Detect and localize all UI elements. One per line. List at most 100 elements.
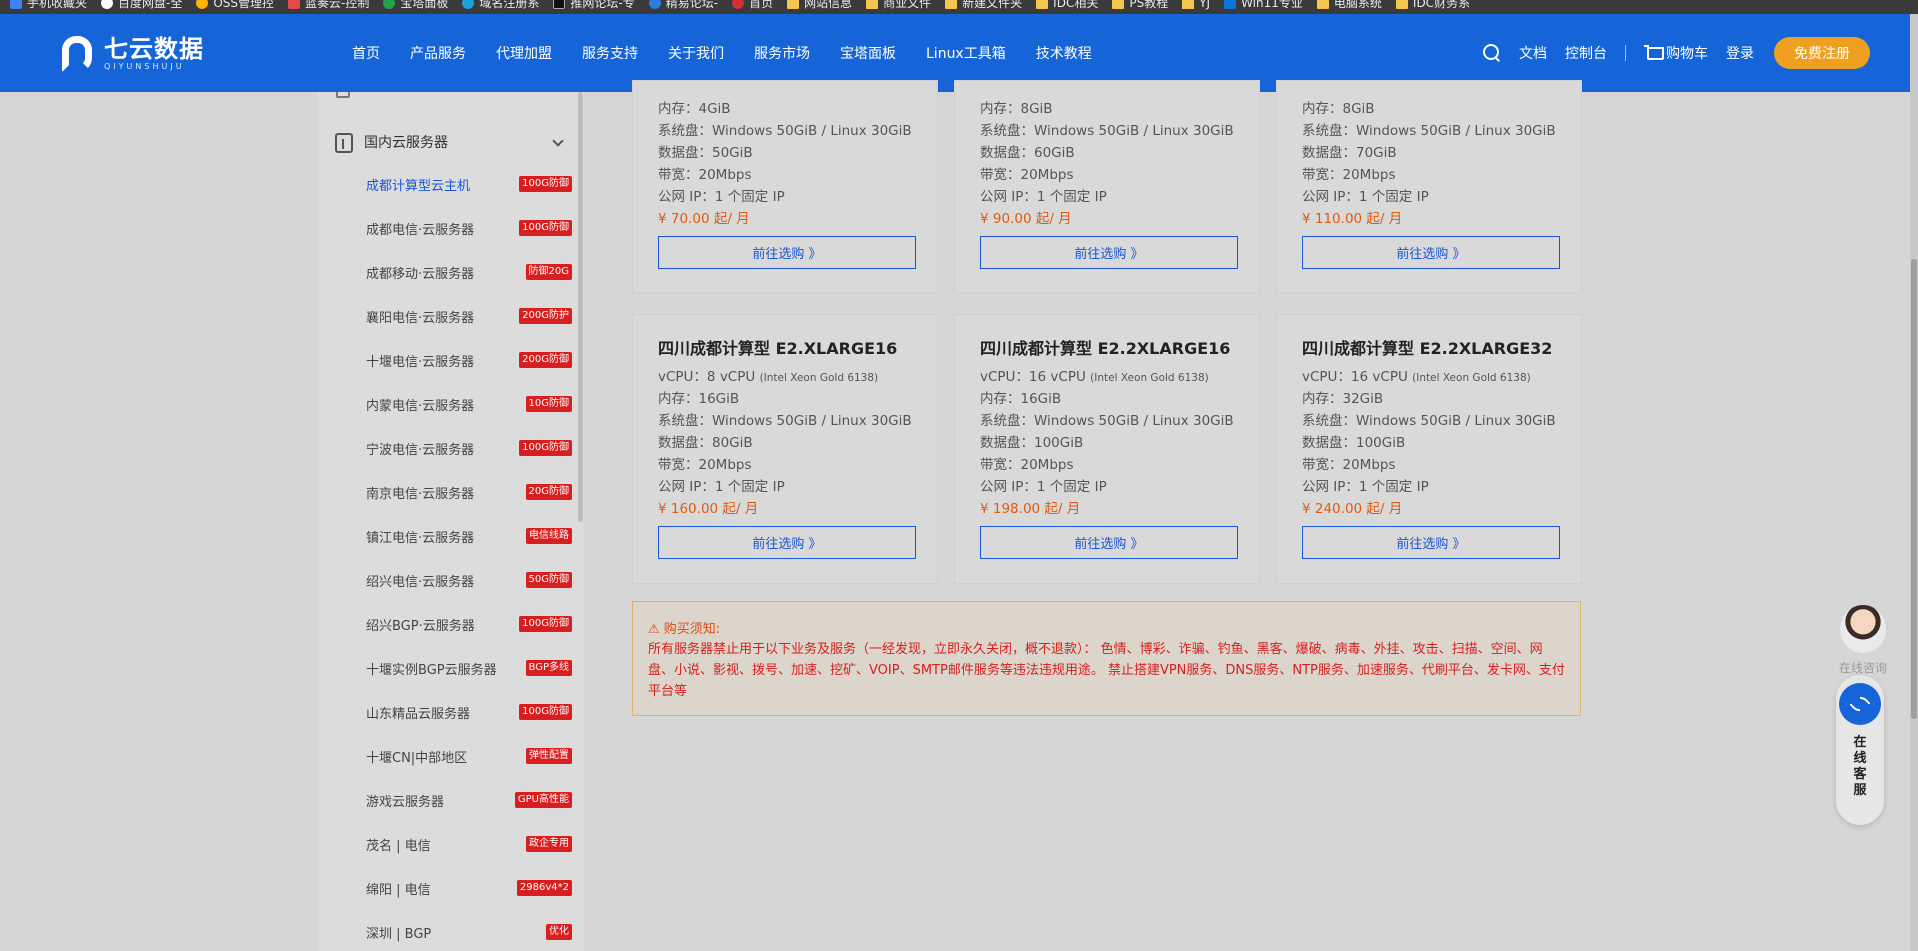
sidebar-item[interactable]: 宁波电信·云服务器 100G防御 [366,436,572,460]
product-card: 内存：8GiB 系统盘：Windows 50GiB / Linux 30GiB 数据… [954,80,1260,293]
spec-data-disk: 数据盘：100GiB [980,435,1084,451]
bookmark-item[interactable]: PS教程 [1112,0,1168,9]
favicon-icon [1224,0,1237,9]
nav-market[interactable]: 服务市场 [754,43,810,63]
sidebar-item[interactable]: 成都电信·云服务器 100G防御 [366,216,572,240]
sidebar-item-label: 十堰实例BGP云服务器 [366,662,497,678]
sidebar-item[interactable]: 绵阳 | 电信 2986v4*2 [366,876,572,900]
bookmark-item[interactable]: 蓝奏云-控制 [288,0,369,9]
bookmark-item[interactable]: IDC财务系 [1395,0,1470,9]
header-divider [1625,45,1626,61]
folder-icon [787,0,800,9]
spec-bandwidth: 带宽：20Mbps [980,167,1074,183]
folder-icon [1316,0,1329,9]
nav-home[interactable]: 首页 [352,43,380,63]
kefu-char: 线 [1853,751,1867,766]
spec-bandwidth: 带宽：20Mbps [658,457,752,473]
sidebar-item[interactable]: 山东精品云服务器 100G防御 [366,700,572,724]
sidebar-item[interactable]: 游戏云服务器 GPU高性能 [366,788,572,812]
console-link[interactable]: 控制台 [1565,43,1607,63]
sidebar-item-badge: 200G防护 [519,308,572,324]
sidebar-item-badge: 100G防御 [519,220,572,236]
buy-button[interactable]: 前往选购 》 [658,526,916,559]
sidebar-group-title: 国内云服务器 [364,135,448,151]
kefu-char: 客 [1853,767,1867,782]
spec-public-ip: 公网 IP：1 个固定 IP [658,479,785,495]
bookmark-item[interactable]: 新建文件夹 [945,0,1022,9]
bookmark-item[interactable]: 电脑系统 [1316,0,1382,9]
phone-button[interactable] [1839,683,1881,725]
nav-about[interactable]: 关于我们 [668,43,724,63]
sidebar-group-domestic-cloud[interactable]: 国内云服务器 [330,122,572,162]
bookmark-item[interactable]: 商业文件 [866,0,931,9]
nav-agent[interactable]: 代理加盟 [496,43,552,63]
nav-products[interactable]: 产品服务 [410,43,466,63]
sidebar-item[interactable]: 绍兴BGP·云服务器 100G防御 [366,612,572,636]
bookmark-item[interactable]: 域名注册系 [462,0,539,9]
sidebar-item-label: 游戏云服务器 [366,794,445,810]
bookmark-item[interactable]: 百度网盘-全 [101,0,182,9]
nav-support[interactable]: 服务支持 [582,43,638,63]
bookmark-item[interactable]: IDC相关 [1036,0,1098,9]
sidebar-item[interactable]: 茂名 | 电信 政企专用 [366,832,572,856]
buy-button[interactable]: 前往选购 》 [980,526,1238,559]
bookmark-item[interactable]: 推网论坛-专 [553,0,635,9]
bookmark-item[interactable]: OSS管理控 [196,0,274,9]
sidebar-item[interactable]: 绍兴电信·云服务器 50G防御 [366,568,572,592]
cube-icon [332,131,354,153]
sidebar-item[interactable]: 深圳 | BGP 优化 [366,920,572,944]
sidebar-scrollbar[interactable] [578,92,583,522]
bookmark-label: 商业文件 [883,0,932,10]
bookmark-item[interactable]: YJ [1182,0,1210,9]
bookmark-item[interactable]: Win11专业 [1224,0,1303,9]
nav-baota[interactable]: 宝塔面板 [840,43,896,63]
sidebar-item[interactable]: 十堰CN|中部地区 弹性配置 [366,744,572,768]
search-icon [1483,44,1501,62]
vcpu-value: vCPU：16 vCPU [1302,369,1408,385]
nav-tutorials[interactable]: 技术教程 [1036,43,1092,63]
bookmark-item[interactable]: 手机收藏夹 [10,0,87,9]
product-card: 内存：8GiB 系统盘：Windows 50GiB / Linux 30GiB 数据… [1276,80,1582,293]
nav-linux-tools[interactable]: Linux工具箱 [926,43,1006,63]
customer-service-panel[interactable]: 在 线 客 服 [1836,675,1884,825]
spec-system-disk: 系统盘：Windows 50GiB / Linux 30GiB [1302,123,1556,139]
login-link[interactable]: 登录 [1726,43,1754,63]
bookmark-label: 首页 [749,0,774,10]
sidebar-item[interactable]: 镇江电信·云服务器 电信线路 [366,524,572,548]
folder-icon [1395,0,1408,9]
cart-link[interactable]: 购物车 [1644,43,1708,63]
docs-link[interactable]: 文档 [1519,43,1547,63]
bookmark-item[interactable]: 网站信息 [787,0,852,9]
sidebar-item[interactable]: 内蒙电信·云服务器 10G防御 [366,392,572,416]
bookmark-label: 手机收藏夹 [27,0,88,10]
buy-button[interactable]: 前往选购 》 [980,236,1238,269]
bookmark-item[interactable]: 首页 [732,0,773,9]
buy-button[interactable]: 前往选购 》 [1302,526,1560,559]
sidebar-item[interactable]: 十堰实例BGP云服务器 BGP多线 [366,656,572,680]
bookmark-item[interactable]: 精易论坛- [648,0,718,9]
sidebar-item[interactable]: 成都移动·云服务器 防御20G [366,260,572,284]
sidebar-item-label: 十堰CN|中部地区 [366,750,468,766]
sidebar-item[interactable]: 南京电信·云服务器 20G防御 [366,480,572,504]
sidebar-item-badge: 50G防御 [525,572,572,588]
search-button[interactable] [1483,44,1501,62]
buy-button[interactable]: 前往选购 》 [658,236,916,269]
site-logo[interactable]: 七云数据 QIYUNSHUJU [58,34,204,74]
cpu-model: (Intel Xeon Gold 6138) [1090,372,1209,384]
product-title: 四川成都计算型 E2.XLARGE16 [658,339,898,358]
online-consult[interactable]: 在线咨询 [1834,605,1892,676]
sidebar-item[interactable]: 襄阳电信·云服务器 200G防护 [366,304,572,328]
page-scrollbar[interactable] [1910,14,1918,951]
spec-system-disk: 系统盘：Windows 50GiB / Linux 30GiB [658,123,912,139]
bookmark-item[interactable]: 宝塔面板 [383,0,448,9]
sidebar-item[interactable]: 成都计算型云主机 100G防御 [366,172,572,196]
kefu-char: 服 [1853,783,1867,798]
sidebar-item-badge: 100G防御 [519,176,572,192]
folder-icon [1112,0,1125,9]
sidebar-item[interactable]: 十堰电信·云服务器 200G防御 [366,348,572,372]
folder-icon [945,0,958,9]
buy-button[interactable]: 前往选购 》 [1302,236,1560,269]
page-scrollbar-thumb[interactable] [1911,259,1917,719]
spec-system-disk: 系统盘：Windows 50GiB / Linux 30GiB [980,413,1234,429]
register-button[interactable]: 免费注册 [1774,37,1870,69]
